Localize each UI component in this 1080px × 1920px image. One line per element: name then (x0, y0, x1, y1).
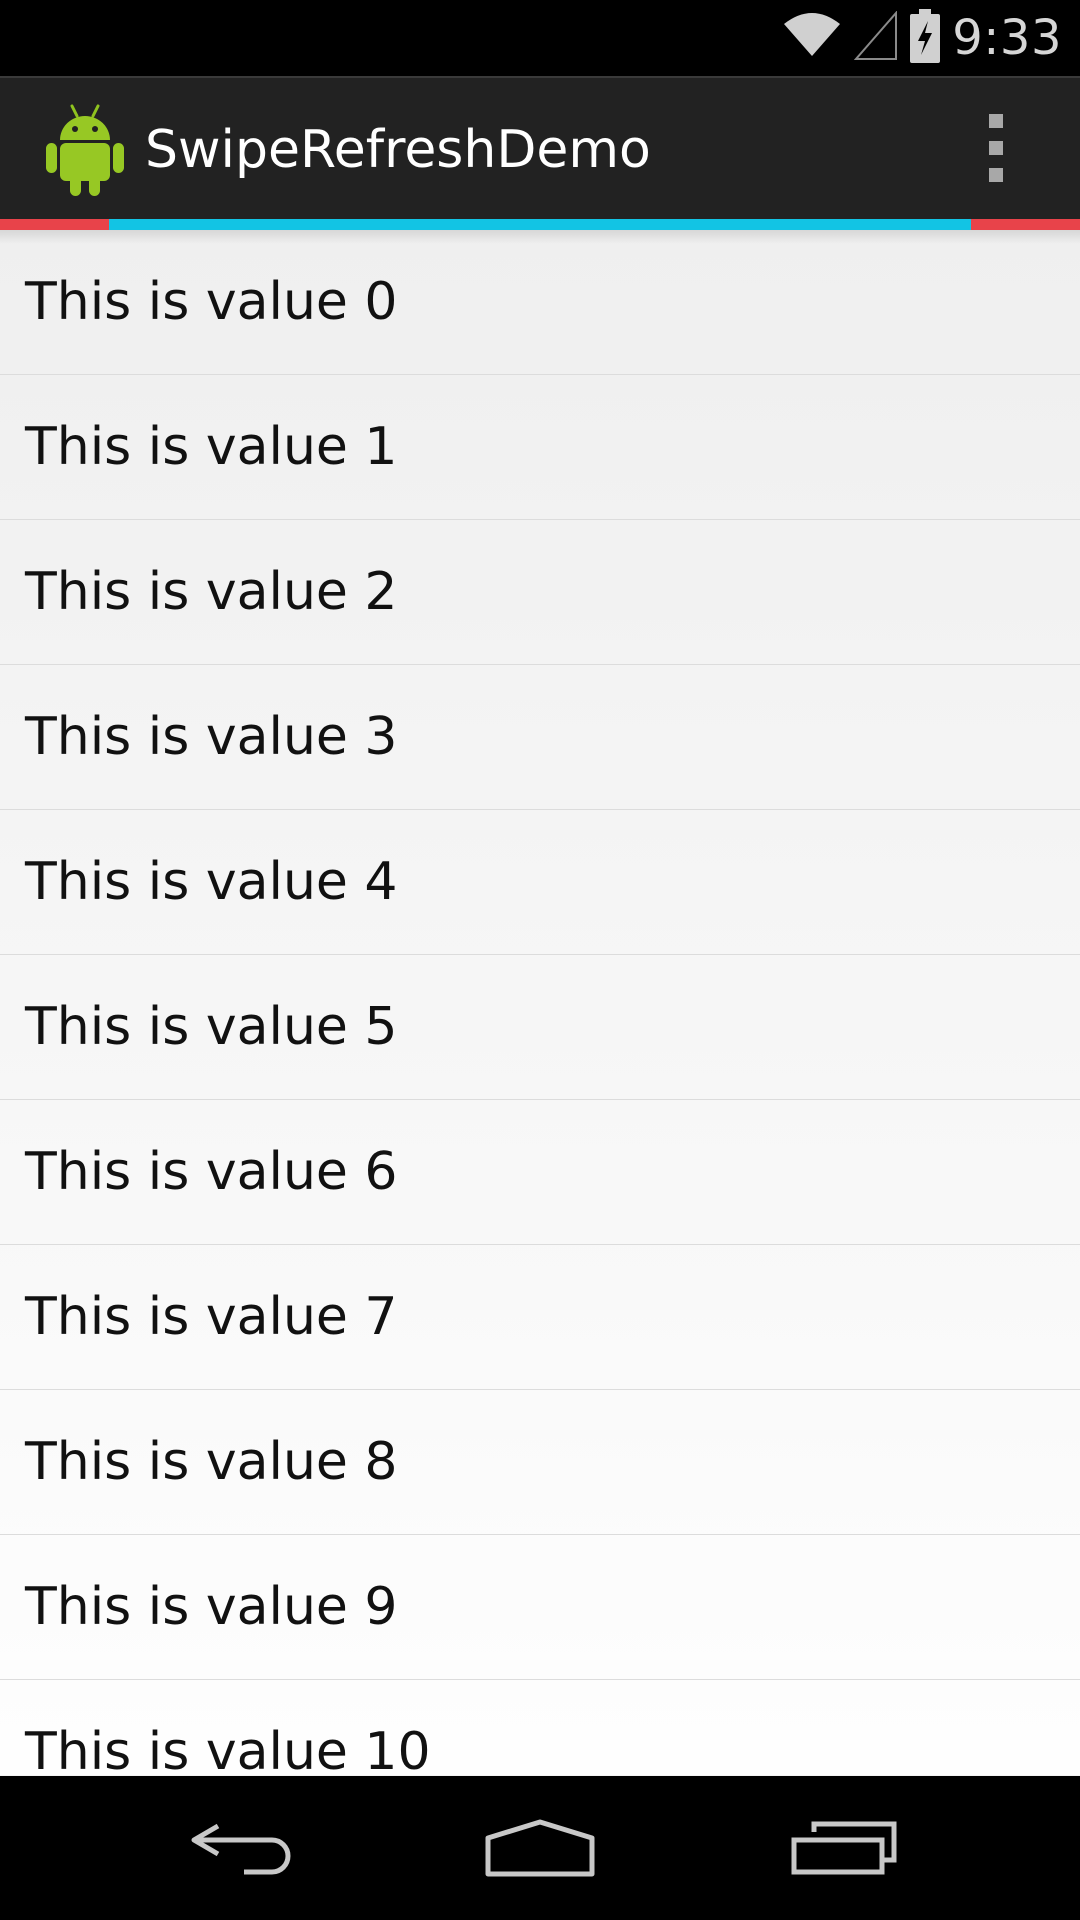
list-item-label: This is value 10 (25, 1722, 431, 1775)
list-item[interactable]: This is value 4 (0, 810, 1080, 955)
home-button[interactable] (440, 1776, 640, 1920)
navigation-bar (0, 1776, 1080, 1920)
list-item-label: This is value 2 (25, 562, 398, 622)
list-item-label: This is value 9 (25, 1577, 398, 1637)
list-item-label: This is value 0 (25, 272, 398, 332)
status-bar: 9:33 (0, 0, 1080, 76)
app-title: SwipeRefreshDemo (145, 120, 651, 180)
list-item[interactable]: This is value 5 (0, 955, 1080, 1100)
list-item[interactable]: This is value 9 (0, 1535, 1080, 1680)
wifi-icon (782, 12, 842, 65)
list-item[interactable]: This is value 6 (0, 1100, 1080, 1245)
list-item-label: This is value 1 (25, 417, 398, 477)
recents-button[interactable] (744, 1776, 944, 1920)
overflow-menu-icon[interactable] (980, 114, 1012, 184)
list-item[interactable]: This is value 7 (0, 1245, 1080, 1390)
battery-charging-icon (910, 8, 941, 68)
screen: 9:33 SwipeRefreshDemo This is value 0 Th… (0, 0, 1080, 1920)
status-icons: 9:33 (782, 0, 1062, 76)
cell-signal-icon (854, 9, 898, 66)
list-item[interactable]: This is value 1 (0, 375, 1080, 520)
refresh-progress-segment (109, 219, 971, 230)
list-item[interactable]: This is value 2 (0, 520, 1080, 665)
list-item-label: This is value 4 (25, 852, 398, 912)
status-time: 9:33 (952, 10, 1062, 66)
action-bar: SwipeRefreshDemo (0, 76, 1080, 219)
list-item-label: This is value 5 (25, 997, 398, 1057)
list-item-label: This is value 8 (25, 1432, 398, 1492)
refresh-progress-bar (0, 219, 1080, 230)
list-item[interactable]: This is value 3 (0, 665, 1080, 810)
value-list[interactable]: This is value 0 This is value 1 This is … (0, 230, 1080, 1775)
back-button[interactable] (140, 1776, 340, 1920)
list-item[interactable]: This is value 0 (0, 230, 1080, 375)
list-item-label: This is value 6 (25, 1142, 398, 1202)
android-robot-icon[interactable] (44, 102, 126, 198)
list-item[interactable]: This is value 8 (0, 1390, 1080, 1535)
list-item-label: This is value 7 (25, 1287, 398, 1347)
list-item[interactable]: This is value 10 (0, 1680, 1080, 1775)
list-item-label: This is value 3 (25, 707, 398, 767)
